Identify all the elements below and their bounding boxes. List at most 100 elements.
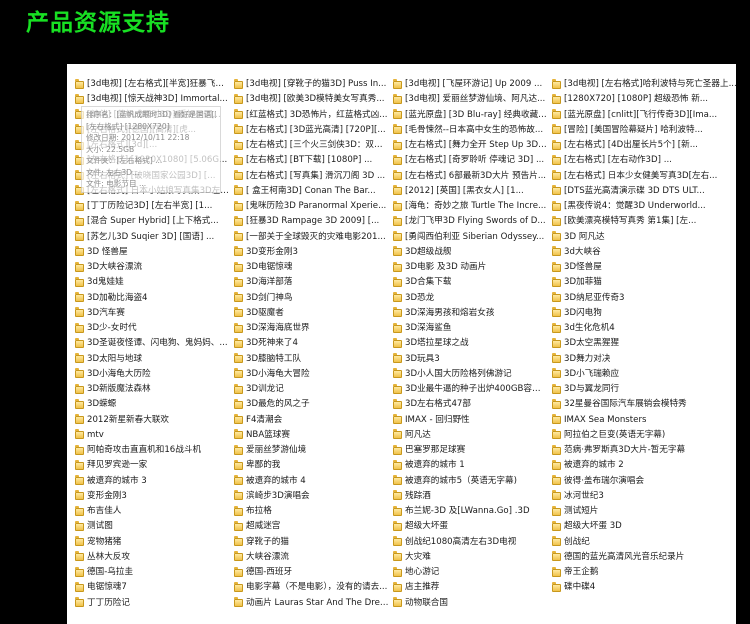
- folder-item[interactable]: 3D电锯惊魂: [234, 260, 390, 275]
- folder-item[interactable]: 布吉佳人: [75, 504, 231, 519]
- folder-item[interactable]: 超级大坏蛋: [393, 519, 549, 534]
- folder-item[interactable]: 3D最危的风之子: [234, 397, 390, 412]
- folder-item[interactable]: 3D 阿凡达: [552, 230, 742, 245]
- folder-item[interactable]: [ 盒王柯南3D] Conan The Bar...: [234, 184, 390, 199]
- folder-item[interactable]: 3D驱魔者: [234, 306, 390, 321]
- folder-item[interactable]: 3D深海男孩和熔岩女孩: [393, 306, 549, 321]
- folder-item[interactable]: 布拉格: [234, 504, 390, 519]
- folder-item[interactable]: 3D加勒比海盗4: [75, 291, 231, 306]
- folder-item[interactable]: 3D 怪兽屋: [75, 245, 231, 260]
- folder-item[interactable]: mtv: [75, 428, 231, 443]
- folder-item[interactable]: [左右格式] [舞力全开 Step Up 3D][...: [393, 138, 549, 153]
- folder-item[interactable]: 电锯惊魂7: [75, 580, 231, 595]
- folder-item[interactable]: 3D少-女时代: [75, 321, 231, 336]
- folder-item[interactable]: [左右格式] [左右动作3D] ...: [552, 153, 742, 168]
- folder-item[interactable]: 穿靴子的猫: [234, 535, 390, 550]
- folder-item[interactable]: 3D膝脑特工队: [234, 352, 390, 367]
- folder-item[interactable]: [红蓝格式] 3D恐怖片，红蓝格式凶...: [234, 108, 390, 123]
- folder-item[interactable]: 布兰妮-3D 及[LWanna.Go] .3D: [393, 504, 549, 519]
- folder-item[interactable]: 3D玩具3: [393, 352, 549, 367]
- folder-item[interactable]: 3D塔拉星球之战: [393, 336, 549, 351]
- folder-item[interactable]: 创战纪1080高清左右3D电视: [393, 535, 549, 550]
- folder-item[interactable]: 爱丽丝梦游仙境: [234, 443, 390, 458]
- folder-item[interactable]: [勇闯西伯利亚 Siberian Odyssey...: [393, 230, 549, 245]
- folder-item[interactable]: [丁丁历险记3D] [左右半宽] [1...: [75, 199, 231, 214]
- folder-item[interactable]: 德国-乌拉圭: [75, 565, 231, 580]
- folder-item[interactable]: 创战纪: [552, 535, 742, 550]
- folder-item[interactable]: 动画片 Lauras Star And The Drea...: [234, 596, 390, 611]
- folder-item[interactable]: 3D闪电狗: [552, 306, 742, 321]
- folder-item[interactable]: 3D恐龙: [393, 291, 549, 306]
- folder-item[interactable]: 碟中碟4: [552, 580, 742, 595]
- folder-item[interactable]: 3D海洋部落: [234, 275, 390, 290]
- folder-item[interactable]: [左右格式] [写真集] 滑沉刀阁 3D ...: [234, 169, 390, 184]
- folder-item[interactable]: [蓝光原盘] [cnlitt][飞行传奇3D][Ima...: [552, 108, 742, 123]
- folder-item[interactable]: 帝王企鹅: [552, 565, 742, 580]
- folder-item[interactable]: 地心游记: [393, 565, 549, 580]
- folder-item[interactable]: [2012] [英国] [黑衣女人] [1...: [393, 184, 549, 199]
- folder-item[interactable]: [3d电视] [欧美3D模特美女写真秀...: [234, 92, 390, 107]
- folder-item[interactable]: 被遗弃的城市 3: [75, 474, 231, 489]
- folder-item[interactable]: 卑鄙的我: [234, 458, 390, 473]
- folder-item[interactable]: 2012新星新春大联欢: [75, 413, 231, 428]
- folder-item[interactable]: [DTS蓝光高清演示碟 3D DTS ULT...: [552, 184, 742, 199]
- folder-item[interactable]: 3D蝾螈: [75, 397, 231, 412]
- folder-item[interactable]: 3D怪兽屋: [552, 260, 742, 275]
- folder-item[interactable]: 3D电影 及3D 动画片: [393, 260, 549, 275]
- folder-item[interactable]: 变形金刚3: [75, 489, 231, 504]
- folder-item[interactable]: 3D大峡谷漂流: [75, 260, 231, 275]
- folder-item[interactable]: [蓝光原盘] [3D Blu-ray] 经典收藏作...: [393, 108, 549, 123]
- folder-item[interactable]: 被遗弃的城市 1: [393, 458, 549, 473]
- folder-item[interactable]: 3d鬼娃娃: [75, 275, 231, 290]
- folder-item[interactable]: 电影字幕（不是电影），没有的请去...: [234, 580, 390, 595]
- folder-item[interactable]: 3D与翼龙同行: [552, 382, 742, 397]
- folder-item[interactable]: [3d电视] 爱丽丝梦游仙境、阿凡达...: [393, 92, 549, 107]
- folder-item[interactable]: 3D纳尼亚传奇3: [552, 291, 742, 306]
- folder-item[interactable]: 被遗弃的城市5（英语无字幕): [393, 474, 549, 489]
- folder-item[interactable]: [黑夜传说4：觉醒3D Underworld...: [552, 199, 742, 214]
- folder-item[interactable]: 巴塞罗那足球赛: [393, 443, 549, 458]
- folder-item[interactable]: [1280X720] [1080P] 超级恐怖 新...: [552, 92, 742, 107]
- folder-item[interactable]: IMAX - 回归野性: [393, 413, 549, 428]
- folder-item[interactable]: 3d大峡谷: [552, 245, 742, 260]
- folder-item[interactable]: 滨崎步3D演唱会: [234, 489, 390, 504]
- folder-item[interactable]: [欧美漂亮模特写真秀 第1集] [左...: [552, 214, 742, 229]
- folder-item[interactable]: 冰河世纪3: [552, 489, 742, 504]
- folder-item[interactable]: 3D深海鲨鱼: [393, 321, 549, 336]
- folder-item[interactable]: 3D业最牛逼的种子出炉400GB容量1...: [393, 382, 549, 397]
- folder-item[interactable]: 测试图: [75, 519, 231, 534]
- folder-item[interactable]: [3d电视] [左右格式]哈利波特与死亡圣器上...: [552, 77, 742, 92]
- folder-item[interactable]: 阿拉伯之巨变(英语无字幕): [552, 428, 742, 443]
- folder-item[interactable]: [左右格式] [3D蓝光高清] [720P][...: [234, 123, 390, 138]
- folder-item[interactable]: 3D小人国大历险格列佛游记: [393, 367, 549, 382]
- folder-item[interactable]: 3D舞力对决: [552, 352, 742, 367]
- folder-item[interactable]: [苏乞儿3D Suqier 3D] [国语] ...: [75, 230, 231, 245]
- folder-item[interactable]: 3D死神来了4: [234, 336, 390, 351]
- folder-item[interactable]: 大峡谷漂流: [234, 550, 390, 565]
- folder-item[interactable]: [左右格式] 6部最新3D大片 预告片...: [393, 169, 549, 184]
- folder-item[interactable]: [冒险] [美国冒险幕疑片] 哈利波特...: [552, 123, 742, 138]
- folder-item[interactable]: 3D合集下载: [393, 275, 549, 290]
- folder-item[interactable]: 宠物猪猪: [75, 535, 231, 550]
- folder-item[interactable]: 范病·弗罗斯真3D大片-暂无字幕: [552, 443, 742, 458]
- folder-item[interactable]: 超威迷宫: [234, 519, 390, 534]
- folder-item[interactable]: 大灾难: [393, 550, 549, 565]
- folder-item[interactable]: 3D太空黑猩猩: [552, 336, 742, 351]
- folder-item[interactable]: [毛骨悚然--日本高中女生的恐怖故...: [393, 123, 549, 138]
- folder-item[interactable]: 3D汽车赛: [75, 306, 231, 321]
- folder-item[interactable]: 残踪酒: [393, 489, 549, 504]
- folder-item[interactable]: IMAX Sea Monsters: [552, 413, 742, 428]
- folder-item[interactable]: 3D新版魔法森林: [75, 382, 231, 397]
- folder-item[interactable]: [一部关于全球毁灭的灾难电影201...: [234, 230, 390, 245]
- folder-item[interactable]: 阿帕奇攻击直直机和16战斗机: [75, 443, 231, 458]
- folder-item[interactable]: 被遗弃的城市 4: [234, 474, 390, 489]
- folder-item[interactable]: 丁丁历险记: [75, 596, 231, 611]
- folder-item[interactable]: NBA篮球赛: [234, 428, 390, 443]
- folder-item[interactable]: 3D圣诞夜怪谭、闪电狗、鬼妈妈、...: [75, 336, 231, 351]
- folder-item[interactable]: 德国的蓝光高清风光音乐纪录片: [552, 550, 742, 565]
- folder-item[interactable]: 3d生化危机4: [552, 321, 742, 336]
- folder-item[interactable]: 彼得·盖布瑞尔演唱会: [552, 474, 742, 489]
- folder-item[interactable]: 丛林大反攻: [75, 550, 231, 565]
- folder-item[interactable]: F4清潮会: [234, 413, 390, 428]
- folder-item[interactable]: [龙门飞甲3D Flying Swords of D...: [393, 214, 549, 229]
